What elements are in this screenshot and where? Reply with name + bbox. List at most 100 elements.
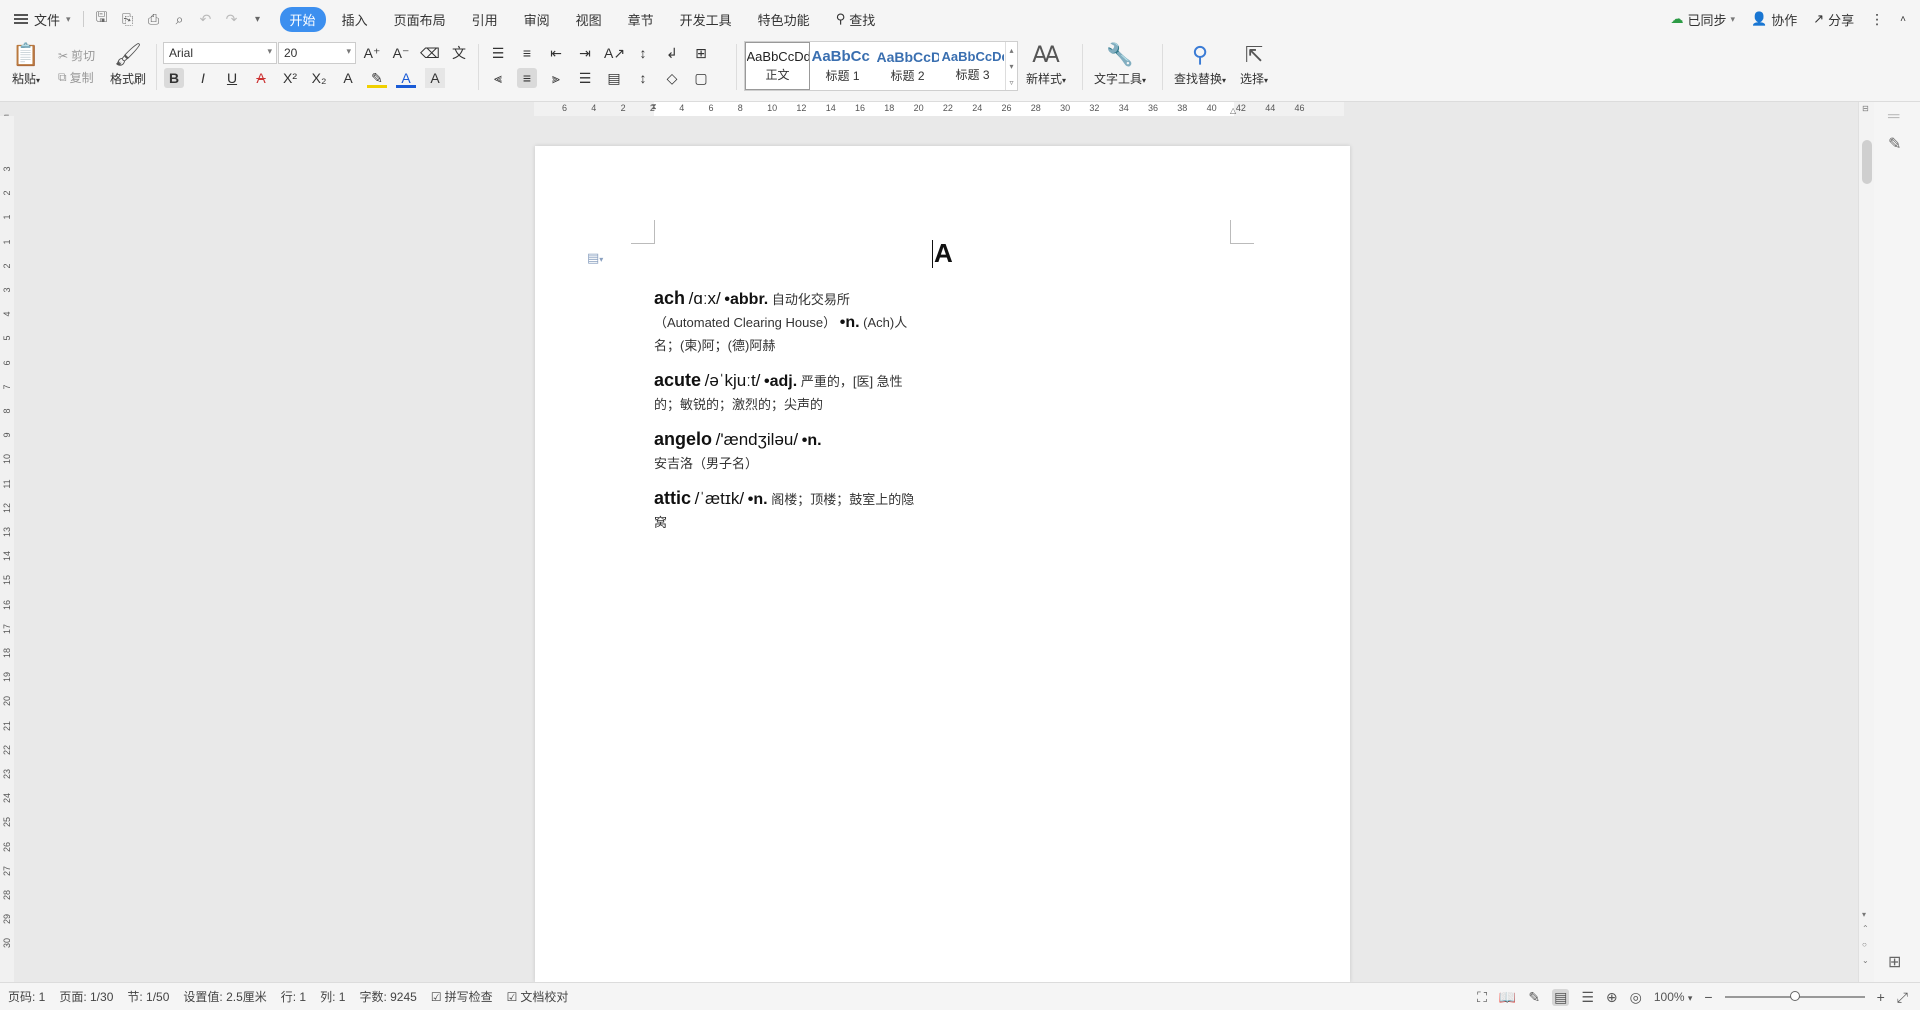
doc-check-button[interactable]: ☑ 文档校对	[507, 988, 569, 1005]
tab-view[interactable]: 视图	[566, 7, 612, 32]
write-mode-icon[interactable]: ✎	[1528, 989, 1540, 1006]
spell-check-button[interactable]: ☑ 拼写检查	[431, 988, 493, 1005]
underline-button[interactable]: U	[222, 68, 242, 88]
print-preview-icon[interactable]: ⌕	[172, 11, 188, 28]
increase-indent-icon[interactable]: ⇥	[575, 43, 595, 63]
col-position[interactable]: 列: 1	[320, 988, 345, 1005]
customize-icon[interactable]: ▾	[250, 14, 266, 25]
format-icon[interactable]: ⎘	[120, 11, 136, 28]
subscript-button[interactable]: X₂	[309, 68, 329, 88]
zoom-level[interactable]: 100% ▾	[1654, 990, 1693, 1004]
style-heading-3[interactable]: AaBbCcDd 标题 3	[940, 42, 1005, 90]
undo-icon[interactable]: ↶	[198, 11, 214, 28]
zoom-slider-knob[interactable]	[1789, 991, 1800, 1001]
text-effect-button[interactable]: A	[338, 68, 358, 88]
italic-button[interactable]: I	[193, 68, 213, 88]
vertical-scrollbar[interactable]: ⊟ ▾ ⌃ ○ ⌄	[1858, 102, 1874, 982]
select-button[interactable]: ⇱ 选择▾	[1240, 42, 1268, 87]
page-view-icon[interactable]: ▤	[1552, 988, 1570, 1006]
tab-page-layout[interactable]: 页面布局	[384, 7, 456, 32]
sort-icon[interactable]: ↕	[633, 43, 653, 63]
char-shading-button[interactable]: A	[425, 68, 445, 88]
reading-mode-icon[interactable]: 📖	[1499, 989, 1516, 1006]
line-spacing-icon[interactable]: ↕	[633, 68, 653, 88]
text-tools-button[interactable]: 🔧 文字工具▾	[1094, 42, 1146, 87]
scrollbar-thumb[interactable]	[1862, 140, 1872, 184]
print-icon[interactable]: ⎙	[146, 11, 162, 28]
file-menu[interactable]: 文件 ▾	[14, 10, 71, 29]
highlight-button[interactable]: ✎	[367, 68, 387, 88]
find-replace-button[interactable]: ⚲ 查找替换▾	[1174, 42, 1226, 87]
numbered-list-icon[interactable]: ≡	[517, 43, 537, 63]
more-icon[interactable]: ⋮	[1870, 11, 1884, 28]
apps-grid-icon[interactable]: ⊞	[1888, 952, 1901, 972]
scroll-top-icon[interactable]: ⊟	[1862, 104, 1869, 113]
clear-format-icon[interactable]: ⌫	[420, 43, 440, 63]
font-size-select[interactable]: 20 ▾	[278, 42, 356, 64]
zoom-out-icon[interactable]: −	[1704, 989, 1712, 1005]
collaborate-button[interactable]: 👤 协作	[1751, 10, 1797, 29]
bullet-list-icon[interactable]: ☰	[488, 43, 508, 63]
redo-icon[interactable]: ↷	[224, 11, 240, 28]
indent-marker[interactable]: ⧗	[651, 102, 657, 112]
align-center-icon[interactable]: ≡	[517, 68, 537, 88]
distribute-icon[interactable]: ▤	[604, 68, 624, 88]
share-button[interactable]: ↗ 分享	[1813, 10, 1854, 29]
style-heading-2[interactable]: AaBbCcD 标题 2	[875, 42, 940, 90]
panel-toggle-icon[interactable]: ═	[1888, 108, 1899, 126]
tab-chapter[interactable]: 章节	[618, 7, 664, 32]
sync-status[interactable]: ☁ 已同步 ▾	[1670, 10, 1735, 29]
horizontal-ruler[interactable]: 6 4 2 2 4 6 8 10 12 14 16 18 20 22 24 26 28 30 32 34 36 38 40 4…	[534, 102, 1344, 116]
save-icon[interactable]: 🖫	[94, 7, 110, 31]
section-count[interactable]: 节: 1/50	[127, 988, 169, 1005]
tab-developer[interactable]: 开发工具	[670, 7, 742, 32]
font-color-button[interactable]: A	[396, 68, 416, 88]
tab-search[interactable]: ⚲ 查找	[826, 7, 886, 32]
align-right-icon[interactable]: ⫸	[546, 68, 566, 88]
edit-pen-icon[interactable]: ✎	[1888, 134, 1901, 154]
tab-review[interactable]: 审阅	[514, 7, 560, 32]
chevron-down-icon[interactable]: ▾	[1862, 910, 1866, 919]
web-view-icon[interactable]: ⊕	[1606, 989, 1618, 1006]
strikethrough-button[interactable]: A	[251, 68, 271, 88]
align-left-icon[interactable]: ⫷	[488, 68, 508, 88]
setting-value[interactable]: 设置值: 2.5厘米	[183, 988, 266, 1005]
tab-special[interactable]: 特色功能	[748, 7, 820, 32]
copy-button[interactable]: ⧉ 复制	[58, 69, 94, 86]
tab-references[interactable]: 引用	[462, 7, 508, 32]
paste-button[interactable]: 📋 粘贴▾	[12, 42, 40, 87]
borders-icon[interactable]: ▢	[691, 68, 711, 88]
fullscreen-icon[interactable]: ⛶	[1477, 989, 1487, 1006]
shading-icon[interactable]: ◇	[662, 68, 682, 88]
page-code[interactable]: 页码: 1	[8, 988, 45, 1005]
collapse-icon[interactable]: ˄	[1900, 14, 1906, 25]
next-page-icon[interactable]: ⌄	[1862, 956, 1869, 965]
zoom-in-icon[interactable]: +	[1877, 989, 1885, 1005]
tab-insert[interactable]: 插入	[332, 7, 378, 32]
decrease-indent-icon[interactable]: ⇤	[546, 43, 566, 63]
text-direction-icon[interactable]: A↗	[604, 43, 625, 63]
document-page[interactable]: ▤▾ A ach /ɑːx/ •abbr. 自动化交易所（Automated C…	[535, 146, 1350, 982]
cut-button[interactable]: ✂ 剪切	[58, 47, 95, 64]
phonetic-guide-icon[interactable]: 文	[449, 43, 469, 63]
shrink-font-icon[interactable]: A⁻	[391, 43, 411, 63]
eye-protect-icon[interactable]: ◎	[1630, 989, 1642, 1006]
format-painter-button[interactable]: 🖌 格式刷	[110, 42, 146, 87]
style-heading-1[interactable]: AaBbCc 标题 1	[810, 42, 875, 90]
superscript-button[interactable]: X²	[280, 68, 300, 88]
tab-home[interactable]: 开始	[279, 6, 326, 32]
grow-font-icon[interactable]: A⁺	[362, 43, 382, 63]
table-tools-icon[interactable]: ⊞	[691, 43, 711, 63]
new-style-button[interactable]: Ꜳ 新样式▾	[1026, 42, 1066, 87]
style-normal[interactable]: AaBbCcDd 正文	[745, 42, 810, 90]
document-map-icon[interactable]: ▤▾	[587, 250, 603, 266]
word-count[interactable]: 字数: 9245	[359, 988, 416, 1005]
bold-button[interactable]: B	[164, 68, 184, 88]
select-browse-object-icon[interactable]: ○	[1862, 940, 1867, 949]
prev-page-icon[interactable]: ⌃	[1862, 924, 1869, 933]
style-gallery-scroll[interactable]: ▴ ▾ ▿	[1005, 42, 1017, 90]
outline-view-icon[interactable]: ☰	[1581, 989, 1594, 1006]
fit-window-icon[interactable]: ⤢	[1897, 989, 1908, 1006]
font-name-select[interactable]: Arial ▾	[163, 42, 277, 64]
justify-icon[interactable]: ☰	[575, 68, 595, 88]
